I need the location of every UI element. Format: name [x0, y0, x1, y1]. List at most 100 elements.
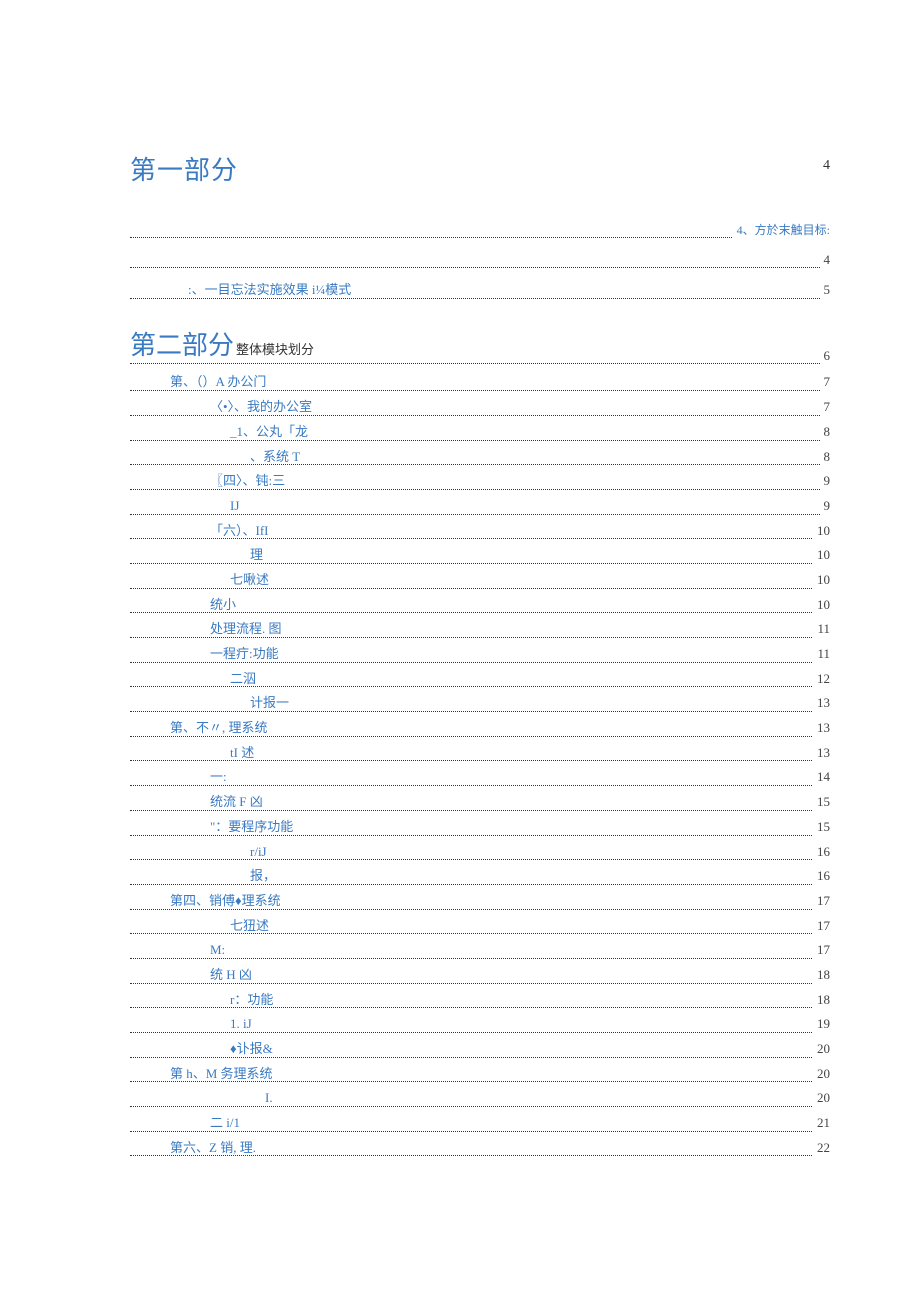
toc-label: 1. iJ: [230, 1016, 255, 1031]
toc-page: 13: [813, 741, 830, 766]
toc-entry: 第 h、M 务理系统 20: [130, 1062, 830, 1087]
toc-page: 14: [813, 765, 830, 790]
leader-dots: [130, 1032, 830, 1033]
toc-page: 10: [813, 593, 830, 618]
toc-page: 20: [813, 1037, 830, 1062]
leader-dots: [130, 1081, 830, 1082]
leader-dots: [130, 298, 830, 299]
toc-page: 18: [813, 988, 830, 1013]
toc-label: 统流 F 凶: [210, 794, 266, 809]
toc-label: tI 述: [230, 745, 257, 760]
leader-dots: [130, 637, 830, 638]
toc-entry: :、一目忘法实施效果 i¼模式5: [130, 278, 830, 303]
toc-page: 21: [813, 1111, 830, 1136]
toc-label: 〖四〉、钝:三: [210, 473, 288, 488]
part1-top-page: 4: [823, 158, 830, 174]
toc-page: 8: [820, 445, 831, 470]
leader-dots: [130, 390, 830, 391]
leader-dots: [130, 933, 830, 934]
toc-page: 11: [813, 642, 830, 667]
leader-dots: [130, 736, 830, 737]
leader-dots: [130, 859, 830, 860]
toc-label: 第六、Z 销, 理.: [170, 1140, 259, 1155]
toc-label: 第四、销傅♦理系统: [170, 893, 284, 908]
part2-title: 第二部分: [130, 331, 236, 360]
toc-label: 计报一: [250, 695, 292, 710]
toc-page: 4: [820, 248, 831, 273]
toc-page: 5: [820, 278, 831, 303]
toc-label: 统小: [210, 597, 239, 612]
toc-page: 17: [813, 914, 830, 939]
toc-entry: 第四、销傅♦理系统17: [130, 889, 830, 914]
toc-page: 16: [813, 840, 830, 865]
toc-page: 10: [813, 568, 830, 593]
toc-label: 第、不〃, 理系统: [170, 720, 271, 735]
toc-label: 一:: [210, 769, 230, 784]
toc-entry: "：要程序功能15: [130, 815, 830, 840]
part2-page: 6: [820, 344, 831, 369]
toc-page: 15: [813, 790, 830, 815]
toc-page: 7: [820, 370, 831, 395]
toc-entry: r/iJ 16: [130, 840, 830, 865]
leader-dots: [130, 588, 830, 589]
toc-label: [188, 221, 194, 236]
leader-dots: [130, 909, 830, 910]
part1-title: 第一部分: [130, 156, 238, 185]
toc-page: 13: [813, 716, 830, 741]
toc-entry: 第、不〃, 理系统 13: [130, 716, 830, 741]
toc-label: ♦讣报&: [230, 1041, 276, 1056]
toc-page: 15: [813, 815, 830, 840]
leader-dots: [130, 464, 830, 465]
toc-page: 9: [820, 469, 831, 494]
part2-row: 第二部分整体模块划分 6: [130, 321, 830, 370]
leader-dots: [130, 612, 830, 613]
toc-entry: 七狃述17: [130, 914, 830, 939]
toc-entry: _1、公丸「龙8: [130, 420, 830, 445]
toc-entry: 「六）、IfI10: [130, 519, 830, 544]
toc-entry: 理10: [130, 543, 830, 568]
part2-subtitle: 整体模块划分: [236, 342, 317, 357]
leader-dots: [130, 711, 830, 712]
leader-dots: [130, 983, 830, 984]
toc-page: 7: [820, 395, 831, 420]
toc-label: r：功能: [230, 992, 276, 1007]
leader-dots: [130, 662, 830, 663]
toc-entry: 统 H 凶18: [130, 963, 830, 988]
toc-page: 10: [813, 519, 830, 544]
toc-label: 第 h、M 务理系统: [170, 1066, 276, 1081]
toc-page: 17: [813, 938, 830, 963]
leader-dots: [130, 440, 830, 441]
toc-label: [188, 252, 194, 267]
leader-dots: [130, 958, 830, 959]
toc-entry: ♦讣报&20: [130, 1037, 830, 1062]
page-container: 第一部分 4 4、方於末触目标: 4:、一目忘法实施效果 i¼模式5 第二部分整…: [0, 0, 920, 1160]
leader-dots: [130, 563, 830, 564]
toc-label: I.: [265, 1090, 276, 1105]
leader-dots: [130, 835, 830, 836]
toc-entry: I.20: [130, 1086, 830, 1111]
leader-dots: [130, 1155, 830, 1156]
leader-dots: [130, 1057, 830, 1058]
toc-label: 二 i/1: [210, 1115, 243, 1130]
toc-page: 9: [820, 494, 831, 519]
leader-dots: [130, 489, 830, 490]
toc-label: 报，: [250, 868, 279, 883]
toc-entry: 一程疔:功能11: [130, 642, 830, 667]
leader-dots: [130, 514, 830, 515]
toc-entry: r：功能 18: [130, 988, 830, 1013]
leader-dots: [130, 1007, 830, 1008]
toc-entry: 二泅12: [130, 667, 830, 692]
toc-label: r/iJ: [250, 844, 270, 859]
part1-header: 第一部分 4: [130, 150, 830, 187]
toc-entry: 统流 F 凶 15: [130, 790, 830, 815]
toc-page: 10: [813, 543, 830, 568]
toc-page: 20: [813, 1062, 830, 1087]
leader-dots: [130, 785, 830, 786]
toc-label: M:: [210, 942, 228, 957]
leader-dots: [130, 760, 830, 761]
toc-label: 统 H 凶: [210, 967, 255, 982]
toc-entry: 一: 14: [130, 765, 830, 790]
leader-dots: [130, 1131, 830, 1132]
toc-label: 处理流程. 图: [210, 621, 285, 636]
toc-entry: 1. iJ19: [130, 1012, 830, 1037]
